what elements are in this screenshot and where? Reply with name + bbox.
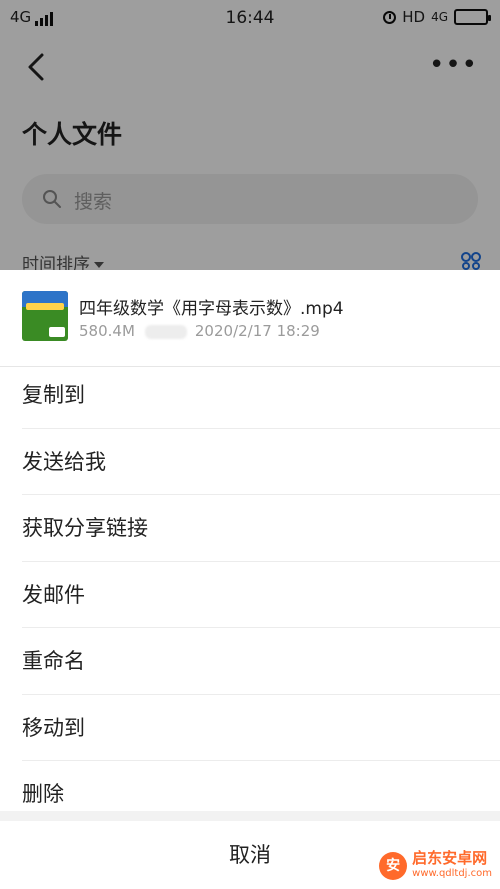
video-thumbnail	[22, 291, 68, 341]
watermark-text: 启东安卓网 www.qdltdj.com	[412, 851, 492, 881]
action-menu: 复制到 发送给我 获取分享链接 发邮件 重命名 移动到 删除	[0, 362, 500, 828]
watermark-name: 启东安卓网	[412, 849, 488, 867]
video-camera-icon	[49, 327, 65, 337]
file-date: 2020/2/17 18:29	[194, 322, 320, 340]
menu-item-move-to[interactable]: 移动到	[0, 695, 500, 762]
dim-overlay[interactable]	[0, 0, 500, 270]
file-info-header: 四年级数学《用字母表示数》.mp4 580.4M 2020/2/17 18:29	[0, 270, 500, 367]
watermark-logo-icon: 安	[379, 852, 408, 880]
menu-item-copy-to[interactable]: 复制到	[0, 362, 500, 429]
file-name: 四年级数学《用字母表示数》.mp4	[79, 299, 344, 319]
section-divider	[0, 811, 500, 821]
menu-item-rename[interactable]: 重命名	[0, 628, 500, 695]
watermark-url: www.qdltdj.com	[412, 868, 492, 879]
menu-item-send-to-me[interactable]: 发送给我	[0, 429, 500, 496]
watermark: 安 启东安卓网 www.qdltdj.com	[379, 851, 492, 881]
blurred-text	[144, 324, 187, 339]
menu-item-share-link[interactable]: 获取分享链接	[0, 495, 500, 562]
menu-item-email[interactable]: 发邮件	[0, 562, 500, 629]
action-sheet: 四年级数学《用字母表示数》.mp4 580.4M 2020/2/17 18:29 …	[0, 270, 500, 889]
file-size: 580.4M	[79, 322, 135, 340]
file-meta: 580.4M 2020/2/17 18:29	[79, 322, 320, 340]
